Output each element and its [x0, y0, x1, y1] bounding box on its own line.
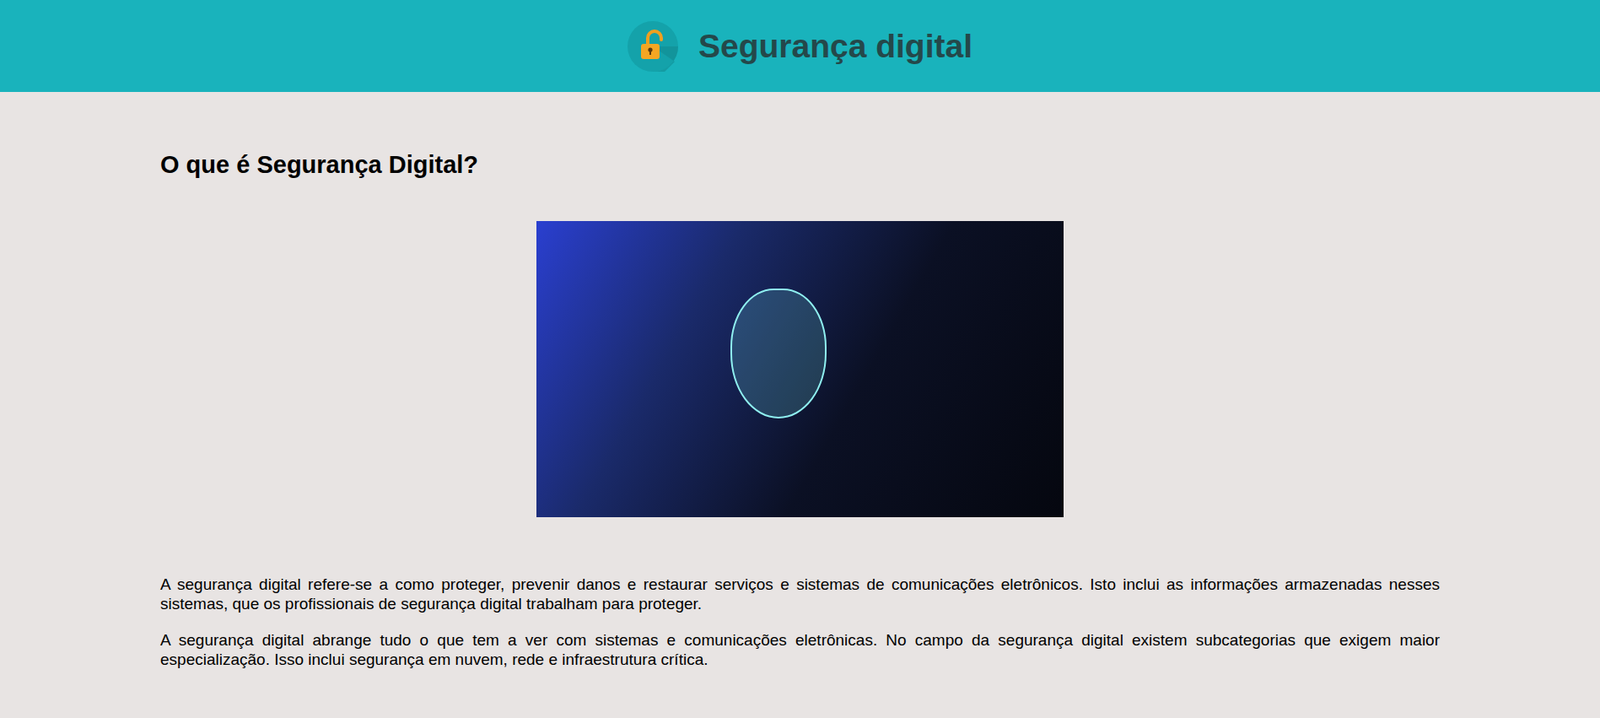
article-paragraph: A segurança digital abrange tudo o que t…: [160, 630, 1440, 669]
site-title: Segurança digital: [698, 27, 973, 65]
site-header: Segurança digital: [0, 0, 1600, 92]
padlock-icon: [627, 21, 679, 72]
article: O que é Segurança Digital? A segurança di…: [0, 91, 1600, 718]
page: Segurança digital O que é Segurança Digit…: [0, 0, 1600, 718]
security-photo: [536, 220, 1064, 518]
article-heading: O que é Segurança Digital?: [160, 150, 1440, 179]
article-paragraph: A segurança digital refere-se a como pro…: [160, 574, 1440, 614]
